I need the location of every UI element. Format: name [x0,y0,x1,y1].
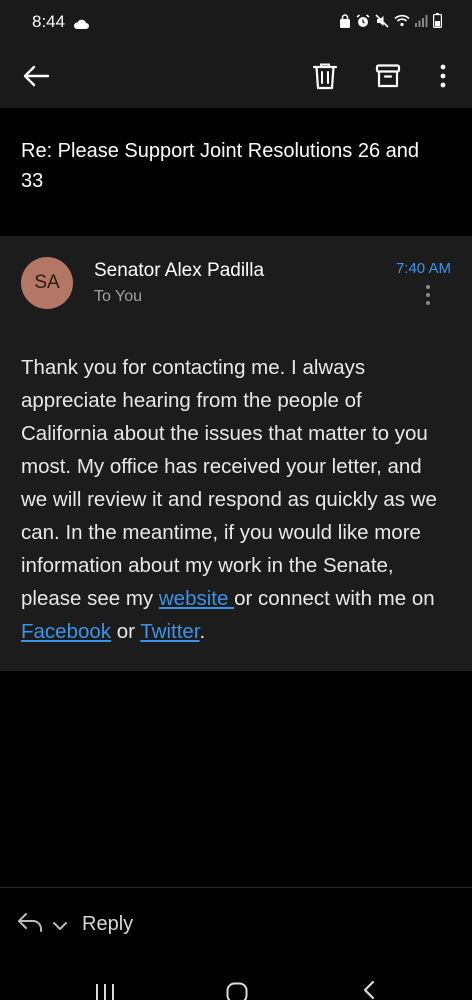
archive-button[interactable] [370,58,406,94]
more-vertical-icon [426,285,430,305]
battery-icon [433,13,442,28]
avatar[interactable]: SA [21,257,73,309]
facebook-link[interactable]: Facebook [21,620,111,643]
message-card: SA Senator Alex Padilla To You 7:40 AM T… [0,236,472,671]
email-screen: 8:44 Re: Please Support Joint Resolution… [0,0,472,1000]
arrow-left-icon [23,65,50,87]
system-nav-bar [0,962,472,1000]
archive-icon [375,64,401,88]
trash-icon [312,63,338,90]
sender-name[interactable]: Senator Alex Padilla [94,260,264,282]
signal-icon [415,14,428,27]
chevron-down-icon[interactable] [52,918,68,936]
alarm-icon [356,13,370,28]
wifi-icon [394,14,410,27]
message-time: 7:40 AM [395,260,451,277]
body-intro: Thank you for contacting me. I always ap… [21,356,437,610]
recipient-line[interactable]: To You [94,288,142,306]
body-or: or [111,620,141,643]
email-body: Thank you for contacting me. I always ap… [21,351,453,648]
body-end: . [199,620,206,643]
status-time: 8:44 [32,12,66,31]
message-more-button[interactable] [418,282,438,308]
recent-apps-icon[interactable] [94,982,116,1000]
subject-area: Re: Please Support Joint Resolutions 26 … [0,108,472,235]
nav-back-icon[interactable] [362,980,376,1000]
cloud-icon [73,16,89,34]
email-toolbar [0,44,472,108]
status-icons [339,13,442,28]
avatar-initials: SA [34,272,60,293]
back-button[interactable] [18,58,54,94]
email-subject: Re: Please Support Joint Resolutions 26 … [21,140,420,192]
reply-bar: Reply [0,888,472,962]
home-icon[interactable] [226,982,248,1000]
status-bar: 8:44 [0,0,472,44]
reply-button[interactable]: Reply [82,913,133,936]
mute-icon [375,13,389,28]
body-mid: or connect with me on [234,587,435,610]
twitter-link[interactable]: Twitter [140,620,199,643]
more-vertical-icon [440,64,446,88]
website-link[interactable]: website [159,587,234,610]
lock-icon [339,13,351,28]
delete-button[interactable] [307,58,343,94]
reply-icon[interactable] [16,912,44,937]
more-options-button[interactable] [425,58,461,94]
